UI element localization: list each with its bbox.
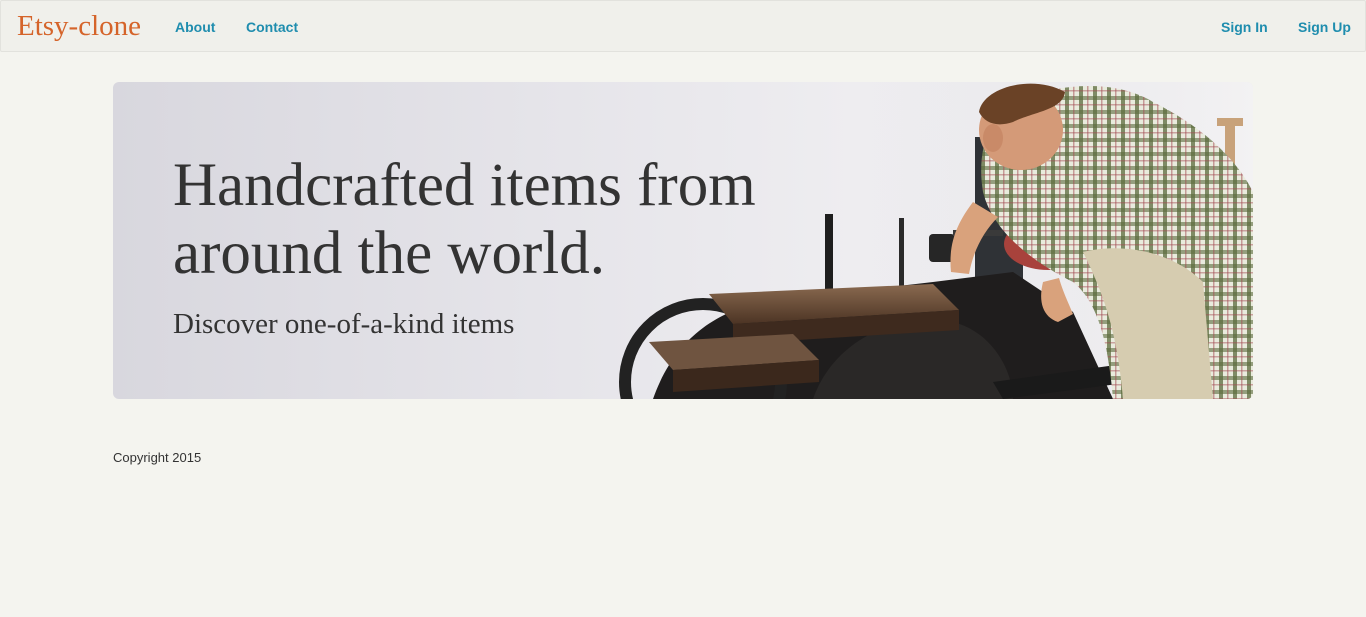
hero-subtitle: Discover one-of-a-kind items — [173, 308, 515, 340]
hero-banner: Handcrafted items from around the world.… — [113, 82, 1253, 399]
footer-copyright: Copyright 2015 — [113, 450, 202, 465]
sign-in-link[interactable]: Sign In — [1221, 18, 1268, 36]
nav-link-contact[interactable]: Contact — [246, 18, 298, 36]
navbar: Etsy-clone About Contact Sign In Sign Up — [0, 0, 1366, 52]
hero-title: Handcrafted items from around the world. — [173, 152, 756, 287]
nav-link-about[interactable]: About — [175, 18, 215, 36]
brand-logo-link[interactable]: Etsy-clone — [17, 9, 141, 43]
sign-up-link[interactable]: Sign Up — [1298, 18, 1351, 36]
